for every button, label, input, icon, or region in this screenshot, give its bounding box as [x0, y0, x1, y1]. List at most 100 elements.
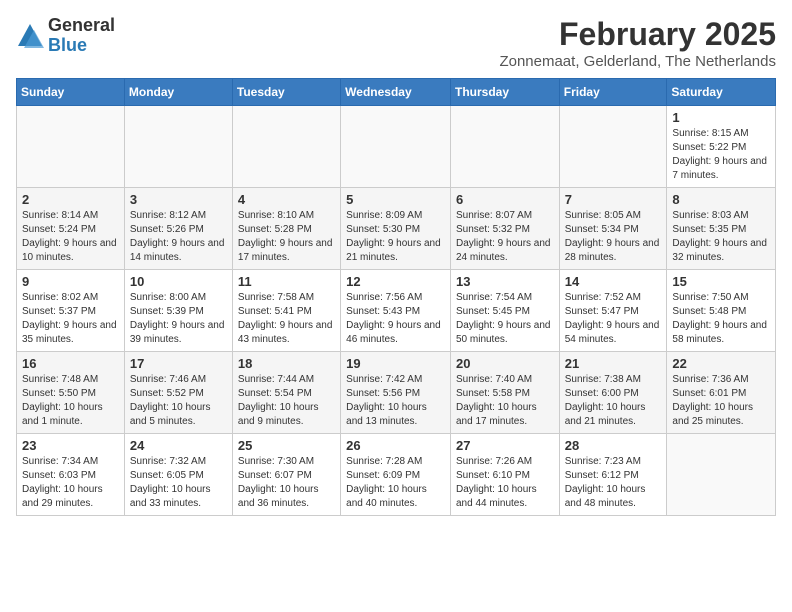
- day-info: Sunrise: 8:14 AM Sunset: 5:24 PM Dayligh…: [22, 209, 119, 265]
- day-number: 1: [672, 110, 770, 125]
- logo-text: General Blue: [48, 16, 115, 56]
- day-info: Sunrise: 7:28 AM Sunset: 6:09 PM Dayligh…: [346, 455, 445, 511]
- empty-cell: [450, 106, 559, 188]
- day-number: 19: [346, 356, 445, 371]
- column-header-friday: Friday: [559, 79, 667, 106]
- day-number: 16: [22, 356, 119, 371]
- day-cell-9: 9 Sunrise: 8:02 AM Sunset: 5:37 PM Daylig…: [17, 270, 125, 352]
- day-info: Sunrise: 8:02 AM Sunset: 5:37 PM Dayligh…: [22, 291, 119, 347]
- day-number: 3: [130, 192, 227, 207]
- week-row-1: 1 Sunrise: 8:15 AM Sunset: 5:22 PM Daylig…: [17, 106, 776, 188]
- day-number: 27: [456, 438, 554, 453]
- day-number: 9: [22, 274, 119, 289]
- day-cell-28: 28Sunrise: 7:23 AM Sunset: 6:12 PM Dayli…: [559, 434, 667, 516]
- day-cell-1: 1 Sunrise: 8:15 AM Sunset: 5:22 PM Daylig…: [667, 106, 776, 188]
- day-number: 23: [22, 438, 119, 453]
- day-number: 25: [238, 438, 335, 453]
- day-info: Sunrise: 7:30 AM Sunset: 6:07 PM Dayligh…: [238, 455, 335, 511]
- day-number: 15: [672, 274, 770, 289]
- day-cell-17: 17Sunrise: 7:46 AM Sunset: 5:52 PM Dayli…: [124, 352, 232, 434]
- day-cell-15: 15 Sunrise: 7:50 AM Sunset: 5:48 PM Dayli…: [667, 270, 776, 352]
- logo: General Blue: [16, 16, 115, 56]
- day-cell-21: 21 Sunrise: 7:38 AM Sunset: 6:00 PM Dayli…: [559, 352, 667, 434]
- day-info: Sunrise: 8:00 AM Sunset: 5:39 PM Dayligh…: [130, 291, 227, 347]
- calendar-title: February 2025: [499, 16, 776, 53]
- day-cell-6: 6 Sunrise: 8:07 AM Sunset: 5:32 PM Daylig…: [450, 188, 559, 270]
- logo-icon: [16, 22, 44, 50]
- day-cell-13: 13Sunrise: 7:54 AM Sunset: 5:45 PM Dayli…: [450, 270, 559, 352]
- column-header-monday: Monday: [124, 79, 232, 106]
- empty-cell: [667, 434, 776, 516]
- day-cell-10: 10 Sunrise: 8:00 AM Sunset: 5:39 PM Dayli…: [124, 270, 232, 352]
- week-row-2: 2 Sunrise: 8:14 AM Sunset: 5:24 PM Daylig…: [17, 188, 776, 270]
- day-cell-7: 7 Sunrise: 8:05 AM Sunset: 5:34 PM Daylig…: [559, 188, 667, 270]
- day-info: Sunrise: 7:38 AM Sunset: 6:00 PM Dayligh…: [565, 373, 662, 429]
- day-number: 28: [565, 438, 662, 453]
- day-number: 24: [130, 438, 227, 453]
- day-cell-20: 20 Sunrise: 7:40 AM Sunset: 5:58 PM Dayli…: [450, 352, 559, 434]
- day-cell-22: 22 Sunrise: 7:36 AM Sunset: 6:01 PM Dayli…: [667, 352, 776, 434]
- day-info: Sunrise: 7:44 AM Sunset: 5:54 PM Dayligh…: [238, 373, 335, 429]
- day-number: 26: [346, 438, 445, 453]
- empty-cell: [17, 106, 125, 188]
- day-number: 7: [565, 192, 662, 207]
- page-header: General Blue February 2025 Zonnemaat, Ge…: [16, 16, 776, 70]
- day-number: 2: [22, 192, 119, 207]
- day-info: Sunrise: 8:12 AM Sunset: 5:26 PM Dayligh…: [130, 209, 227, 265]
- day-info: Sunrise: 7:42 AM Sunset: 5:56 PM Dayligh…: [346, 373, 445, 429]
- day-cell-14: 14 Sunrise: 7:52 AM Sunset: 5:47 PM Dayli…: [559, 270, 667, 352]
- day-info: Sunrise: 7:40 AM Sunset: 5:58 PM Dayligh…: [456, 373, 554, 429]
- day-number: 10: [130, 274, 227, 289]
- day-number: 18: [238, 356, 335, 371]
- day-cell-3: 3 Sunrise: 8:12 AM Sunset: 5:26 PM Daylig…: [124, 188, 232, 270]
- day-number: 5: [346, 192, 445, 207]
- empty-cell: [232, 106, 340, 188]
- day-info: Sunrise: 7:52 AM Sunset: 5:47 PM Dayligh…: [565, 291, 662, 347]
- day-number: 8: [672, 192, 770, 207]
- day-cell-5: 5Sunrise: 8:09 AM Sunset: 5:30 PM Daylig…: [341, 188, 451, 270]
- day-number: 6: [456, 192, 554, 207]
- day-number: 14: [565, 274, 662, 289]
- day-info: Sunrise: 7:58 AM Sunset: 5:41 PM Dayligh…: [238, 291, 335, 347]
- day-info: Sunrise: 7:50 AM Sunset: 5:48 PM Dayligh…: [672, 291, 770, 347]
- day-info: Sunrise: 8:07 AM Sunset: 5:32 PM Dayligh…: [456, 209, 554, 265]
- day-cell-4: 4 Sunrise: 8:10 AM Sunset: 5:28 PM Daylig…: [232, 188, 340, 270]
- week-row-3: 9 Sunrise: 8:02 AM Sunset: 5:37 PM Daylig…: [17, 270, 776, 352]
- day-number: 20: [456, 356, 554, 371]
- day-info: Sunrise: 8:03 AM Sunset: 5:35 PM Dayligh…: [672, 209, 770, 265]
- day-cell-11: 11 Sunrise: 7:58 AM Sunset: 5:41 PM Dayli…: [232, 270, 340, 352]
- logo-general-text: General: [48, 16, 115, 36]
- day-info: Sunrise: 7:36 AM Sunset: 6:01 PM Dayligh…: [672, 373, 770, 429]
- week-row-4: 16 Sunrise: 7:48 AM Sunset: 5:50 PM Dayli…: [17, 352, 776, 434]
- day-number: 21: [565, 356, 662, 371]
- day-cell-23: 23Sunrise: 7:34 AM Sunset: 6:03 PM Dayli…: [17, 434, 125, 516]
- day-number: 11: [238, 274, 335, 289]
- day-number: 4: [238, 192, 335, 207]
- day-info: Sunrise: 7:46 AM Sunset: 5:52 PM Dayligh…: [130, 373, 227, 429]
- day-cell-18: 18 Sunrise: 7:44 AM Sunset: 5:54 PM Dayli…: [232, 352, 340, 434]
- header-row: SundayMondayTuesdayWednesdayThursdayFrid…: [17, 79, 776, 106]
- day-cell-16: 16 Sunrise: 7:48 AM Sunset: 5:50 PM Dayli…: [17, 352, 125, 434]
- day-info: Sunrise: 8:10 AM Sunset: 5:28 PM Dayligh…: [238, 209, 335, 265]
- day-number: 22: [672, 356, 770, 371]
- day-cell-24: 24 Sunrise: 7:32 AM Sunset: 6:05 PM Dayli…: [124, 434, 232, 516]
- title-area: February 2025 Zonnemaat, Gelderland, The…: [499, 16, 776, 70]
- day-info: Sunrise: 8:05 AM Sunset: 5:34 PM Dayligh…: [565, 209, 662, 265]
- day-number: 12: [346, 274, 445, 289]
- day-info: Sunrise: 8:15 AM Sunset: 5:22 PM Dayligh…: [672, 127, 770, 183]
- day-cell-26: 26 Sunrise: 7:28 AM Sunset: 6:09 PM Dayli…: [341, 434, 451, 516]
- empty-cell: [124, 106, 232, 188]
- day-cell-25: 25 Sunrise: 7:30 AM Sunset: 6:07 PM Dayli…: [232, 434, 340, 516]
- week-row-5: 23Sunrise: 7:34 AM Sunset: 6:03 PM Dayli…: [17, 434, 776, 516]
- day-info: Sunrise: 7:48 AM Sunset: 5:50 PM Dayligh…: [22, 373, 119, 429]
- calendar-subtitle: Zonnemaat, Gelderland, The Netherlands: [499, 53, 776, 70]
- column-header-wednesday: Wednesday: [341, 79, 451, 106]
- column-header-saturday: Saturday: [667, 79, 776, 106]
- logo-blue-text: Blue: [48, 36, 115, 56]
- column-header-thursday: Thursday: [450, 79, 559, 106]
- day-info: Sunrise: 7:32 AM Sunset: 6:05 PM Dayligh…: [130, 455, 227, 511]
- day-info: Sunrise: 7:54 AM Sunset: 5:45 PM Dayligh…: [456, 291, 554, 347]
- day-info: Sunrise: 7:26 AM Sunset: 6:10 PM Dayligh…: [456, 455, 554, 511]
- day-cell-19: 19 Sunrise: 7:42 AM Sunset: 5:56 PM Dayli…: [341, 352, 451, 434]
- day-cell-27: 27 Sunrise: 7:26 AM Sunset: 6:10 PM Dayli…: [450, 434, 559, 516]
